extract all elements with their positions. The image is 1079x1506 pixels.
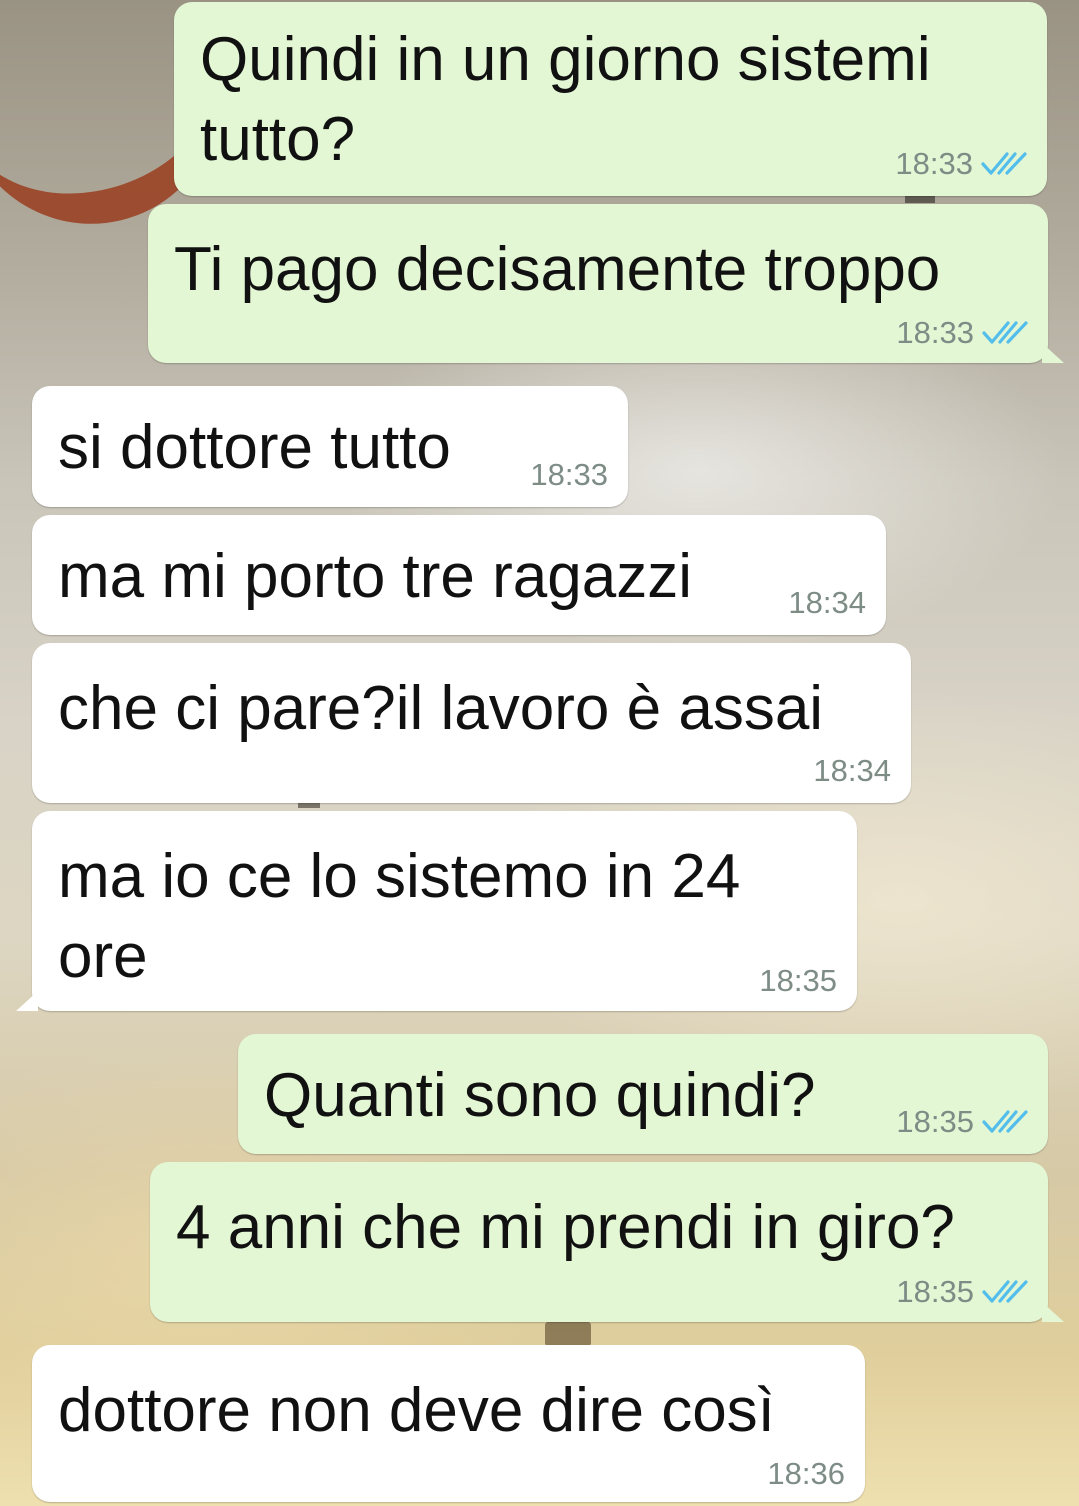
- message-text: Quanti sono quindi?: [264, 1061, 816, 1130]
- message-time: 18:33: [895, 146, 973, 181]
- double-check-icon: [981, 151, 1029, 177]
- message-meta: 18:33: [895, 146, 1029, 182]
- message-text: ma mi porto tre ragazzi: [58, 542, 692, 611]
- message-text: 4 anni che mi prendi in giro?: [176, 1193, 955, 1262]
- message-text: dottore non deve dire così: [58, 1376, 775, 1445]
- message-bubble-outgoing[interactable]: Quanti sono quindi? 18:35: [238, 1034, 1048, 1154]
- message-time: 18:34: [788, 585, 866, 620]
- message-time: 18:33: [530, 457, 608, 492]
- message-text: ma io ce lo sistemo in 24: [58, 842, 741, 911]
- double-check-icon: [982, 1279, 1030, 1305]
- message-text: ore: [58, 922, 148, 991]
- message-meta: 18:34: [788, 585, 866, 621]
- message-text: Ti pago decisamente troppo: [174, 235, 941, 304]
- message-meta: 18:36: [767, 1456, 845, 1492]
- wallpaper-detail: [545, 1322, 591, 1346]
- message-meta: 18:35: [759, 963, 837, 999]
- message-meta: 18:33: [530, 457, 608, 493]
- message-time: 18:35: [759, 963, 837, 998]
- double-check-icon: [982, 1109, 1030, 1135]
- message-time: 18:34: [813, 753, 891, 788]
- message-meta: 18:35: [896, 1274, 1030, 1310]
- message-bubble-outgoing[interactable]: Quindi in un giorno sistemi tutto? 18:33: [174, 2, 1047, 196]
- wallpaper-detail: [905, 195, 935, 203]
- message-bubble-incoming[interactable]: ma io ce lo sistemo in 24 ore 18:35: [16, 811, 857, 1011]
- message-text: si dottore tutto: [58, 413, 451, 482]
- message-time: 18:35: [896, 1274, 974, 1309]
- message-meta: 18:35: [896, 1104, 1030, 1140]
- double-check-icon: [982, 320, 1030, 346]
- message-bubble-outgoing[interactable]: 4 anni che mi prendi in giro? 18:35: [150, 1162, 1064, 1322]
- message-text: tutto?: [200, 105, 356, 174]
- message-time: 18:33: [896, 315, 974, 350]
- bubble-tail: [1042, 343, 1064, 363]
- message-text: Quindi in un giorno sistemi: [200, 25, 931, 94]
- message-bubble-incoming[interactable]: dottore non deve dire così 18:36: [32, 1345, 865, 1502]
- message-bubble-incoming[interactable]: che ci pare?il lavoro è assai 18:34: [32, 643, 911, 803]
- message-meta: 18:34: [813, 753, 891, 789]
- message-time: 18:36: [767, 1456, 845, 1491]
- message-bubble-incoming[interactable]: si dottore tutto 18:33: [32, 386, 628, 507]
- message-bubble-incoming[interactable]: ma mi porto tre ragazzi 18:34: [32, 515, 886, 635]
- message-bubble-outgoing[interactable]: Ti pago decisamente troppo 18:33: [148, 204, 1064, 363]
- bubble-tail: [16, 991, 38, 1011]
- bubble-tail: [1042, 1302, 1064, 1322]
- message-meta: 18:33: [896, 315, 1030, 351]
- message-time: 18:35: [896, 1104, 974, 1139]
- message-text: che ci pare?il lavoro è assai: [58, 674, 824, 743]
